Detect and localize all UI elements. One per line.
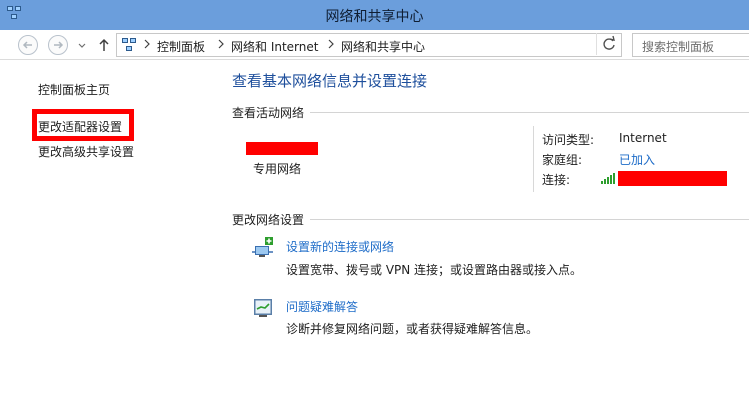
divider	[310, 219, 749, 220]
breadcrumb-chevron-icon[interactable]	[217, 39, 225, 49]
active-networks-heading: 查看活动网络	[232, 106, 305, 120]
breadcrumb-network-internet[interactable]: 网络和 Internet	[231, 38, 318, 55]
search-placeholder: 搜索控制面板	[642, 40, 715, 54]
setup-new-connection-link[interactable]: 设置新的连接或网络	[286, 238, 394, 255]
forward-button[interactable]	[48, 35, 68, 55]
title-bar: 网络和共享中心	[0, 0, 749, 30]
redacted-network-name	[246, 142, 318, 155]
search-input[interactable]: 搜索控制面板	[632, 33, 749, 57]
breadcrumb-control-panel[interactable]: 控制面板	[157, 38, 205, 55]
breadcrumb-chevron-icon[interactable]	[143, 39, 151, 49]
forward-arrow-icon	[54, 41, 64, 49]
troubleshoot-problems-link[interactable]: 问题疑难解答	[286, 298, 358, 315]
window-title: 网络和共享中心	[325, 9, 424, 25]
setup-new-connection-description: 设置宽带、拨号或 VPN 连接；或设置路由器或接入点。	[286, 263, 583, 277]
navigation-bar: 控制面板 网络和 Internet 网络和共享中心 搜索控制面板	[0, 30, 749, 60]
connection-label: 连接:	[542, 173, 571, 187]
troubleshoot-problems-description: 诊断并修复网络问题，或者获得疑难解答信息。	[286, 322, 539, 336]
address-bar[interactable]: 控制面板 网络和 Internet 网络和共享中心	[116, 33, 703, 57]
back-button[interactable]	[18, 35, 38, 55]
homegroup-link[interactable]: 已加入	[619, 151, 655, 168]
refresh-button[interactable]	[596, 33, 620, 55]
new-connection-icon	[252, 237, 273, 257]
change-network-settings-heading: 更改网络设置	[232, 213, 305, 227]
sidebar-item-change-advanced-sharing[interactable]: 更改高级共享设置	[38, 143, 134, 160]
access-type-value: Internet	[619, 131, 667, 145]
refresh-icon	[603, 35, 615, 50]
up-arrow-icon[interactable]	[96, 36, 112, 54]
page-title: 查看基本网络信息并设置连接	[232, 72, 428, 90]
annotation-highlight-box	[32, 109, 134, 141]
breadcrumb-network-sharing-center[interactable]: 网络和共享中心	[341, 38, 425, 55]
divider	[533, 126, 534, 192]
divider	[310, 112, 749, 113]
network-type-label: 专用网络	[253, 162, 302, 176]
homegroup-label: 家庭组:	[542, 153, 583, 167]
wifi-signal-icon	[601, 173, 615, 184]
troubleshoot-icon	[254, 299, 272, 317]
access-type-label: 访问类型:	[542, 133, 595, 147]
recent-locations-dropdown-icon[interactable]	[76, 36, 88, 54]
breadcrumb-chevron-icon[interactable]	[327, 39, 335, 49]
sidebar-item-control-panel-home[interactable]: 控制面板主页	[38, 81, 110, 98]
back-arrow-icon	[22, 41, 32, 49]
redacted-connection-name[interactable]	[618, 171, 727, 186]
control-panel-icon	[122, 38, 136, 51]
